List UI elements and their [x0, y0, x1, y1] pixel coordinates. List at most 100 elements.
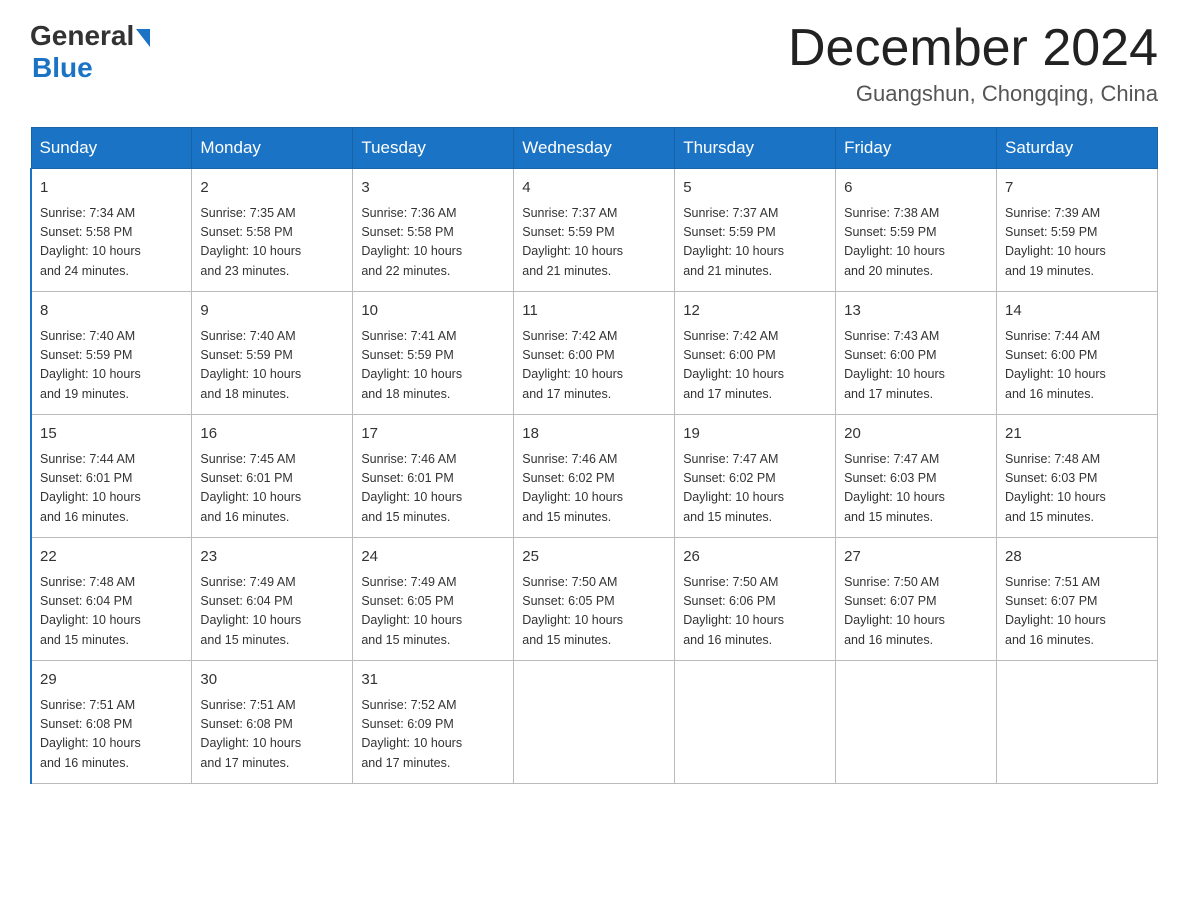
logo-arrow-icon — [136, 29, 150, 47]
day-number: 19 — [683, 423, 827, 446]
day-number: 17 — [361, 423, 505, 446]
day-of-week-header: Thursday — [675, 128, 836, 169]
day-number: 27 — [844, 546, 988, 569]
day-info: Sunrise: 7:51 AM Sunset: 6:08 PM Dayligh… — [40, 696, 183, 774]
day-info: Sunrise: 7:44 AM Sunset: 6:00 PM Dayligh… — [1005, 327, 1149, 405]
calendar-cell: 18 Sunrise: 7:46 AM Sunset: 6:02 PM Dayl… — [514, 415, 675, 538]
calendar-cell: 30 Sunrise: 7:51 AM Sunset: 6:08 PM Dayl… — [192, 661, 353, 784]
calendar-table: SundayMondayTuesdayWednesdayThursdayFrid… — [30, 127, 1158, 784]
day-number: 3 — [361, 177, 505, 200]
day-number: 16 — [200, 423, 344, 446]
day-info: Sunrise: 7:40 AM Sunset: 5:59 PM Dayligh… — [200, 327, 344, 405]
day-of-week-header: Sunday — [31, 128, 192, 169]
day-info: Sunrise: 7:46 AM Sunset: 6:02 PM Dayligh… — [522, 450, 666, 528]
location: Guangshun, Chongqing, China — [788, 81, 1158, 107]
calendar-week-row: 1 Sunrise: 7:34 AM Sunset: 5:58 PM Dayli… — [31, 169, 1158, 292]
day-info: Sunrise: 7:49 AM Sunset: 6:04 PM Dayligh… — [200, 573, 344, 651]
day-number: 29 — [40, 669, 183, 692]
calendar-cell — [836, 661, 997, 784]
day-number: 6 — [844, 177, 988, 200]
page-header: General Blue December 2024 Guangshun, Ch… — [30, 20, 1158, 107]
day-number: 26 — [683, 546, 827, 569]
day-number: 23 — [200, 546, 344, 569]
day-number: 5 — [683, 177, 827, 200]
calendar-cell: 24 Sunrise: 7:49 AM Sunset: 6:05 PM Dayl… — [353, 538, 514, 661]
calendar-header-row: SundayMondayTuesdayWednesdayThursdayFrid… — [31, 128, 1158, 169]
calendar-cell: 1 Sunrise: 7:34 AM Sunset: 5:58 PM Dayli… — [31, 169, 192, 292]
day-number: 24 — [361, 546, 505, 569]
day-number: 10 — [361, 300, 505, 323]
day-info: Sunrise: 7:46 AM Sunset: 6:01 PM Dayligh… — [361, 450, 505, 528]
calendar-cell: 2 Sunrise: 7:35 AM Sunset: 5:58 PM Dayli… — [192, 169, 353, 292]
calendar-cell: 20 Sunrise: 7:47 AM Sunset: 6:03 PM Dayl… — [836, 415, 997, 538]
calendar-cell — [675, 661, 836, 784]
day-number: 22 — [40, 546, 183, 569]
calendar-cell: 23 Sunrise: 7:49 AM Sunset: 6:04 PM Dayl… — [192, 538, 353, 661]
calendar-cell: 29 Sunrise: 7:51 AM Sunset: 6:08 PM Dayl… — [31, 661, 192, 784]
day-number: 30 — [200, 669, 344, 692]
day-number: 15 — [40, 423, 183, 446]
day-info: Sunrise: 7:52 AM Sunset: 6:09 PM Dayligh… — [361, 696, 505, 774]
calendar-cell: 13 Sunrise: 7:43 AM Sunset: 6:00 PM Dayl… — [836, 292, 997, 415]
day-info: Sunrise: 7:45 AM Sunset: 6:01 PM Dayligh… — [200, 450, 344, 528]
calendar-cell: 25 Sunrise: 7:50 AM Sunset: 6:05 PM Dayl… — [514, 538, 675, 661]
calendar-cell: 19 Sunrise: 7:47 AM Sunset: 6:02 PM Dayl… — [675, 415, 836, 538]
day-number: 18 — [522, 423, 666, 446]
day-info: Sunrise: 7:40 AM Sunset: 5:59 PM Dayligh… — [40, 327, 183, 405]
calendar-cell: 9 Sunrise: 7:40 AM Sunset: 5:59 PM Dayli… — [192, 292, 353, 415]
day-number: 28 — [1005, 546, 1149, 569]
day-number: 12 — [683, 300, 827, 323]
day-number: 8 — [40, 300, 183, 323]
day-number: 2 — [200, 177, 344, 200]
day-info: Sunrise: 7:48 AM Sunset: 6:03 PM Dayligh… — [1005, 450, 1149, 528]
day-info: Sunrise: 7:35 AM Sunset: 5:58 PM Dayligh… — [200, 204, 344, 282]
day-info: Sunrise: 7:34 AM Sunset: 5:58 PM Dayligh… — [40, 204, 183, 282]
day-info: Sunrise: 7:43 AM Sunset: 6:00 PM Dayligh… — [844, 327, 988, 405]
calendar-cell: 21 Sunrise: 7:48 AM Sunset: 6:03 PM Dayl… — [997, 415, 1158, 538]
calendar-cell — [997, 661, 1158, 784]
day-info: Sunrise: 7:50 AM Sunset: 6:05 PM Dayligh… — [522, 573, 666, 651]
day-of-week-header: Monday — [192, 128, 353, 169]
day-info: Sunrise: 7:38 AM Sunset: 5:59 PM Dayligh… — [844, 204, 988, 282]
logo-general-text: General — [30, 20, 134, 52]
day-info: Sunrise: 7:37 AM Sunset: 5:59 PM Dayligh… — [522, 204, 666, 282]
logo: General Blue — [30, 20, 150, 84]
day-info: Sunrise: 7:51 AM Sunset: 6:07 PM Dayligh… — [1005, 573, 1149, 651]
calendar-cell: 17 Sunrise: 7:46 AM Sunset: 6:01 PM Dayl… — [353, 415, 514, 538]
calendar-cell: 8 Sunrise: 7:40 AM Sunset: 5:59 PM Dayli… — [31, 292, 192, 415]
day-of-week-header: Tuesday — [353, 128, 514, 169]
calendar-cell: 10 Sunrise: 7:41 AM Sunset: 5:59 PM Dayl… — [353, 292, 514, 415]
day-number: 13 — [844, 300, 988, 323]
calendar-cell: 12 Sunrise: 7:42 AM Sunset: 6:00 PM Dayl… — [675, 292, 836, 415]
day-number: 20 — [844, 423, 988, 446]
day-number: 21 — [1005, 423, 1149, 446]
day-info: Sunrise: 7:39 AM Sunset: 5:59 PM Dayligh… — [1005, 204, 1149, 282]
day-info: Sunrise: 7:44 AM Sunset: 6:01 PM Dayligh… — [40, 450, 183, 528]
day-info: Sunrise: 7:47 AM Sunset: 6:03 PM Dayligh… — [844, 450, 988, 528]
calendar-cell: 16 Sunrise: 7:45 AM Sunset: 6:01 PM Dayl… — [192, 415, 353, 538]
day-number: 4 — [522, 177, 666, 200]
calendar-week-row: 15 Sunrise: 7:44 AM Sunset: 6:01 PM Dayl… — [31, 415, 1158, 538]
calendar-cell: 22 Sunrise: 7:48 AM Sunset: 6:04 PM Dayl… — [31, 538, 192, 661]
day-info: Sunrise: 7:49 AM Sunset: 6:05 PM Dayligh… — [361, 573, 505, 651]
day-number: 25 — [522, 546, 666, 569]
calendar-cell: 28 Sunrise: 7:51 AM Sunset: 6:07 PM Dayl… — [997, 538, 1158, 661]
calendar-cell: 4 Sunrise: 7:37 AM Sunset: 5:59 PM Dayli… — [514, 169, 675, 292]
calendar-week-row: 8 Sunrise: 7:40 AM Sunset: 5:59 PM Dayli… — [31, 292, 1158, 415]
calendar-cell: 5 Sunrise: 7:37 AM Sunset: 5:59 PM Dayli… — [675, 169, 836, 292]
calendar-cell: 15 Sunrise: 7:44 AM Sunset: 6:01 PM Dayl… — [31, 415, 192, 538]
day-info: Sunrise: 7:47 AM Sunset: 6:02 PM Dayligh… — [683, 450, 827, 528]
day-of-week-header: Wednesday — [514, 128, 675, 169]
month-title: December 2024 — [788, 20, 1158, 77]
day-info: Sunrise: 7:50 AM Sunset: 6:07 PM Dayligh… — [844, 573, 988, 651]
calendar-cell: 3 Sunrise: 7:36 AM Sunset: 5:58 PM Dayli… — [353, 169, 514, 292]
day-number: 14 — [1005, 300, 1149, 323]
calendar-cell: 31 Sunrise: 7:52 AM Sunset: 6:09 PM Dayl… — [353, 661, 514, 784]
calendar-cell — [514, 661, 675, 784]
day-info: Sunrise: 7:36 AM Sunset: 5:58 PM Dayligh… — [361, 204, 505, 282]
day-info: Sunrise: 7:42 AM Sunset: 6:00 PM Dayligh… — [522, 327, 666, 405]
day-number: 7 — [1005, 177, 1149, 200]
day-info: Sunrise: 7:42 AM Sunset: 6:00 PM Dayligh… — [683, 327, 827, 405]
calendar-week-row: 29 Sunrise: 7:51 AM Sunset: 6:08 PM Dayl… — [31, 661, 1158, 784]
day-info: Sunrise: 7:37 AM Sunset: 5:59 PM Dayligh… — [683, 204, 827, 282]
